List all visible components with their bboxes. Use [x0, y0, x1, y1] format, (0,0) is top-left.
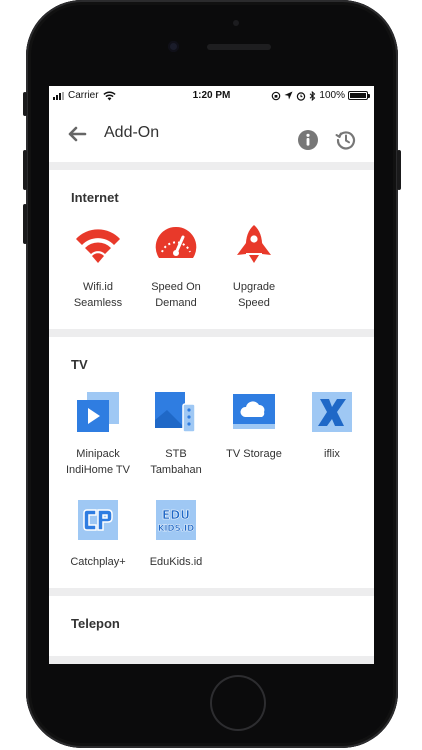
volume-up-button [23, 150, 27, 190]
addon-label: Wifi.id Seamless [73, 281, 123, 309]
speedometer-icon [152, 221, 200, 269]
earpiece-speaker [207, 44, 271, 50]
addon-catchplay[interactable]: Catchplay+ [59, 496, 137, 570]
addon-label: iflix [324, 448, 340, 460]
addon-label: Upgrade Speed [232, 281, 276, 309]
section-title: Internet [71, 190, 119, 205]
addon-label: EduKids.id [149, 556, 203, 568]
addon-iflix[interactable]: iflix [293, 388, 371, 478]
page-title: Add-On [104, 124, 160, 141]
mute-switch [23, 92, 27, 116]
location-icon [284, 91, 293, 100]
app-header: Add-On [49, 106, 374, 162]
addon-wifi-id-seamless[interactable]: Wifi.id Seamless [59, 221, 137, 311]
history-icon[interactable] [335, 129, 357, 151]
info-icon[interactable] [297, 129, 319, 151]
battery-percent: 100% [319, 90, 345, 101]
cloud-tv-icon [230, 388, 278, 436]
orientation-lock-icon [272, 91, 281, 100]
volume-down-button [23, 204, 27, 244]
svg-text:EDU: EDU [162, 508, 190, 522]
addon-label: Minipack IndiHome TV [66, 448, 130, 476]
addon-label: TV Storage [226, 448, 282, 460]
addon-minipack-indihome-tv[interactable]: Minipack IndiHome TV [59, 388, 137, 478]
app-screen: Carrier 1:20 PM 100% Add-On Internet Wif… [49, 86, 374, 664]
section-title: TV [71, 357, 88, 372]
status-bar: Carrier 1:20 PM 100% [49, 86, 374, 106]
addon-upgrade-speed[interactable]: Upgrade Speed [215, 221, 293, 311]
section-internet: Internet Wifi.id Seamless Speed On Deman… [49, 170, 374, 329]
section-tv: TV Minipack IndiHome TV STB Tambahan TV … [49, 337, 374, 588]
section-telepon: Telepon [49, 596, 374, 656]
addon-edukids-id[interactable]: EDU KIDS.ID EduKids.id [137, 496, 215, 570]
battery-icon [348, 91, 370, 100]
minipack-play-icon [74, 388, 122, 436]
edukids-logo-icon: EDU KIDS.ID [152, 496, 200, 544]
addon-speed-on-demand[interactable]: Speed On Demand [137, 221, 215, 311]
front-camera [168, 41, 179, 52]
bluetooth-icon [310, 90, 316, 101]
wifi-icon [74, 221, 122, 269]
addon-label: Catchplay+ [70, 556, 126, 568]
addon-label: Speed On Demand [151, 281, 201, 309]
alarm-icon [297, 91, 306, 101]
power-button [397, 150, 401, 190]
rocket-icon [230, 221, 278, 269]
addon-tv-storage[interactable]: TV Storage [215, 388, 293, 478]
addon-label: STB Tambahan [150, 448, 202, 476]
home-button[interactable] [212, 677, 264, 729]
set-top-box-icon [152, 388, 200, 436]
section-title: Telepon [71, 616, 120, 631]
catchplay-logo-icon [74, 496, 122, 544]
svg-text:KIDS.ID: KIDS.ID [158, 524, 194, 534]
addon-stb-tambahan[interactable]: STB Tambahan [137, 388, 215, 478]
sensor [233, 20, 239, 26]
back-arrow-icon[interactable] [65, 122, 89, 146]
iflix-logo-icon [308, 388, 356, 436]
